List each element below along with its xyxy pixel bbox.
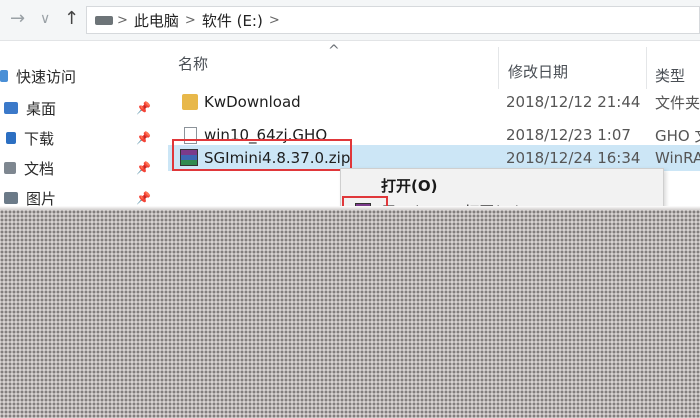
- star-icon: [0, 70, 8, 82]
- picture-icon: [4, 192, 18, 204]
- file-row-kwdownload[interactable]: KwDownload 2018/12/12 21:44 文件夹: [168, 89, 700, 115]
- file-type: WinRA: [655, 149, 700, 167]
- column-divider[interactable]: [646, 47, 647, 89]
- file-type: GHO 文: [655, 126, 700, 145]
- breadcrumb-this-pc[interactable]: 此电脑: [134, 10, 179, 31]
- pin-icon[interactable]: 📌: [136, 191, 151, 205]
- file-date: 2018/12/23 1:07: [506, 126, 631, 144]
- column-header-name[interactable]: 名称: [178, 53, 208, 74]
- sidebar-item-label: 文档: [24, 159, 55, 178]
- sidebar-item-label: 桌面: [26, 99, 57, 118]
- sidebar-item-documents[interactable]: 文档 📌: [0, 155, 168, 181]
- sidebar-item-label: 快速访问: [16, 67, 77, 86]
- column-header-type[interactable]: 类型: [655, 65, 685, 86]
- column-divider[interactable]: [498, 47, 499, 89]
- breadcrumb-separator: >: [117, 12, 128, 28]
- folder-icon: [182, 94, 198, 110]
- sidebar-item-label: 下载: [24, 129, 55, 148]
- file-type: 文件夹: [655, 93, 700, 112]
- toolbar: → ∨ ↑ > 此电脑 > 软件 (E:) >: [0, 0, 700, 41]
- desktop-icon: [4, 102, 18, 114]
- sidebar-item-desktop[interactable]: 桌面 📌: [0, 95, 168, 121]
- pc-icon: [95, 15, 113, 25]
- address-bar[interactable]: > 此电脑 > 软件 (E:) >: [86, 6, 700, 34]
- file-date: 2018/12/12 21:44: [506, 93, 641, 111]
- sidebar-item-downloads[interactable]: 下载 📌: [0, 125, 168, 151]
- document-icon: [4, 162, 16, 174]
- up-arrow-icon[interactable]: ↑: [64, 8, 79, 29]
- menu-item-open[interactable]: 打开(O): [381, 175, 437, 196]
- breadcrumb-separator: >: [268, 12, 280, 28]
- sort-ascending-icon: ^: [328, 43, 340, 59]
- column-header-date[interactable]: 修改日期: [508, 61, 568, 82]
- breadcrumb-drive-e[interactable]: 软件 (E:): [202, 10, 263, 31]
- pin-icon[interactable]: 📌: [136, 131, 151, 145]
- column-header-row: ^ 名称 修改日期 类型: [168, 41, 700, 91]
- recent-dropdown-icon[interactable]: ∨: [40, 11, 50, 27]
- annotation-highlight-box: [172, 139, 352, 171]
- file-date: 2018/12/24 16:34: [506, 149, 641, 167]
- moire-pattern-area: [0, 210, 700, 418]
- download-icon: [6, 132, 16, 144]
- breadcrumb-separator: >: [184, 12, 196, 28]
- pin-icon[interactable]: 📌: [136, 101, 151, 115]
- pin-icon[interactable]: 📌: [136, 161, 151, 175]
- file-name: KwDownload: [204, 93, 301, 111]
- sidebar-item-quick-access[interactable]: 快速访问: [0, 63, 168, 89]
- forward-arrow-icon[interactable]: →: [10, 8, 25, 29]
